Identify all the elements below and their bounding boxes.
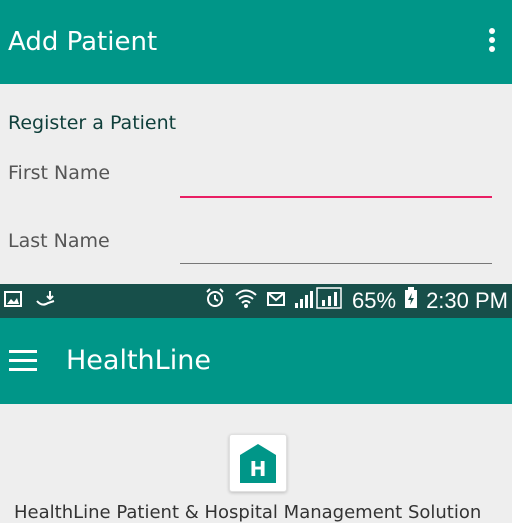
status-right: 65% 2:30 PM <box>204 287 508 315</box>
signal-icon <box>294 287 344 315</box>
section-title: Register a Patient <box>8 112 177 134</box>
app-logo: H <box>229 434 287 492</box>
more-vert-icon[interactable] <box>486 28 498 56</box>
top-app-bar: Add Patient <box>0 0 512 84</box>
app-tagline: HealthLine Patient & Hospital Management… <box>14 502 482 523</box>
alarm-icon <box>204 287 226 315</box>
last-name-field[interactable] <box>180 233 492 264</box>
gallery-icon <box>4 291 22 311</box>
clock: 2:30 PM <box>426 288 508 313</box>
message-icon <box>266 288 286 314</box>
last-name-label: Last Name <box>8 230 110 252</box>
healthline-app-bar: HealthLine <box>0 318 512 404</box>
page-title: Add Patient <box>8 27 158 57</box>
app-title: HealthLine <box>66 345 211 376</box>
first-name-label: First Name <box>8 162 111 184</box>
battery-icon <box>404 287 418 315</box>
hospital-logo-icon: H <box>240 444 276 483</box>
battery-percent: 65% <box>352 288 397 313</box>
first-name-field[interactable] <box>180 166 492 198</box>
logo-letter: H <box>250 457 267 481</box>
hamburger-icon[interactable] <box>9 350 37 372</box>
download-icon <box>34 289 60 313</box>
status-left-icons <box>4 290 60 312</box>
status-bar: 65% 2:30 PM <box>0 284 512 318</box>
wifi-icon <box>234 287 258 315</box>
